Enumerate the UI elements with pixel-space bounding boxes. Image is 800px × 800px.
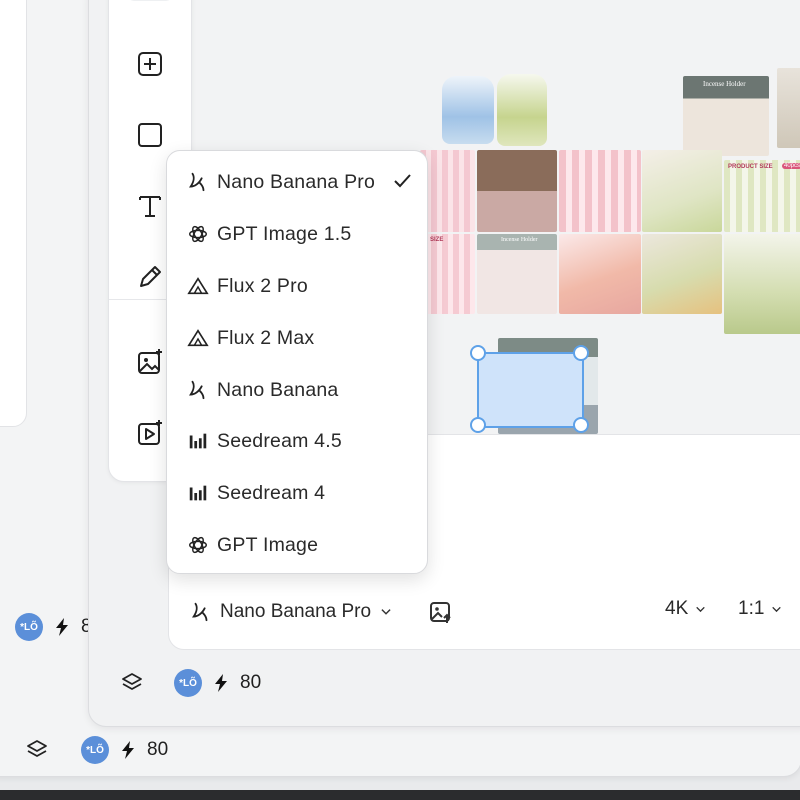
resolution-label: 4K <box>665 598 689 619</box>
canvas-image[interactable] <box>777 68 800 148</box>
plus-square-icon <box>138 52 162 76</box>
chevron-down-icon <box>381 609 391 615</box>
credits-count: 80 <box>147 739 169 760</box>
model-option-label: Seedream 4.5 <box>217 429 342 452</box>
chevron-down-icon <box>772 606 782 612</box>
select-tool[interactable] <box>125 0 175 1</box>
resize-handle[interactable] <box>470 417 486 433</box>
canvas-image[interactable] <box>442 76 494 144</box>
layers-icon[interactable] <box>25 738 49 762</box>
canvas-image[interactable] <box>559 234 641 314</box>
model-option[interactable]: Flux 2 Pro <box>187 266 412 306</box>
bolt-icon <box>122 741 134 759</box>
canvas-image[interactable] <box>724 234 800 334</box>
avatar-text: *LÕ <box>86 744 104 756</box>
chevron-down-icon <box>696 606 706 612</box>
avatar[interactable]: *LÕ <box>174 669 202 697</box>
canvas-image[interactable] <box>477 150 557 232</box>
model-option-label: Flux 2 Pro <box>217 274 308 297</box>
image-upload-icon <box>430 602 451 623</box>
model-option[interactable]: Seedream 4.5 <box>187 421 412 461</box>
image-sparkle-icon <box>138 349 162 374</box>
model-option[interactable]: GPT Image 1.5 <box>187 214 412 254</box>
seedream-icon <box>189 433 207 449</box>
model-option-label: GPT Image 1.5 <box>217 222 352 245</box>
upload-image-button[interactable] <box>428 599 454 625</box>
resolution-selector[interactable]: 4K <box>665 598 707 620</box>
image-caption: Incense Holder <box>501 237 538 243</box>
rectangle-tool[interactable] <box>125 110 175 160</box>
background-panel <box>0 0 27 427</box>
aspect-ratio-label: 1:1 <box>738 598 765 619</box>
canvas-image[interactable]: Incense Holder <box>683 76 769 156</box>
canvas-image[interactable]: SIZE <box>420 234 475 314</box>
model-option[interactable]: Nano Banana <box>187 370 412 410</box>
model-option[interactable]: GPT Image <box>187 525 412 565</box>
image-caption: SIZE <box>430 237 444 243</box>
text-icon <box>139 196 161 217</box>
model-selector[interactable]: Nano Banana Pro <box>190 596 393 628</box>
canvas-image[interactable]: Incense Holder <box>477 234 557 314</box>
editor-footer: *LÕ 80 <box>120 669 261 697</box>
image-badge: 40pcs <box>781 163 800 169</box>
canvas-image[interactable]: PRODUCT SIZE 40pcs <box>724 160 800 232</box>
screen-edge <box>0 790 800 800</box>
flux-icon <box>187 277 209 295</box>
background-footer: *LÕ 80 <box>25 736 168 764</box>
pencil-icon <box>140 266 161 287</box>
background-footer: *LÕ 8 <box>15 613 92 641</box>
bolt-icon <box>215 674 227 692</box>
credits-count: 80 <box>240 672 262 693</box>
image-caption: PRODUCT SIZE <box>728 164 773 170</box>
model-option[interactable]: Flux 2 Max <box>187 318 412 358</box>
model-option-label: Flux 2 Max <box>217 326 315 349</box>
banana-icon <box>188 380 205 400</box>
model-dropdown: Nano Banana Pro GPT Image 1.5 Flux 2 Pro… <box>166 150 428 574</box>
avatar[interactable]: *LÕ <box>15 613 43 641</box>
selection-box[interactable] <box>477 352 584 428</box>
canvas-image[interactable] <box>642 234 722 314</box>
canvas-image[interactable] <box>559 150 641 232</box>
model-option[interactable]: Seedream 4 <box>187 473 412 513</box>
model-option-label: GPT Image <box>217 533 319 556</box>
resize-handle[interactable] <box>573 417 589 433</box>
avatar-text: *LÕ <box>179 677 197 689</box>
avatar-text: *LÕ <box>20 621 38 633</box>
square-icon <box>138 123 162 147</box>
flux-icon <box>187 329 209 347</box>
resize-handle[interactable] <box>470 345 486 361</box>
canvas-image[interactable] <box>420 150 475 232</box>
avatar[interactable]: *LÕ <box>81 736 109 764</box>
openai-icon <box>189 536 207 554</box>
add-tool[interactable] <box>125 39 175 89</box>
model-option-label: Nano Banana <box>217 378 339 401</box>
model-option-label: Nano Banana Pro <box>217 170 376 193</box>
model-selector-label: Nano Banana Pro <box>220 601 372 622</box>
model-option-label: Seedream 4 <box>217 481 326 504</box>
openai-icon <box>189 225 207 243</box>
layers-icon[interactable] <box>120 671 144 695</box>
bolt-icon <box>56 618 68 636</box>
seedream-icon <box>189 485 207 501</box>
aspect-ratio-selector[interactable]: 1:1 <box>738 598 783 620</box>
checkmark-icon <box>394 174 411 188</box>
canvas-image[interactable] <box>497 74 547 146</box>
video-sparkle-icon <box>138 420 162 445</box>
canvas-image[interactable] <box>642 150 722 232</box>
resize-handle[interactable] <box>573 345 589 361</box>
banana-icon <box>191 602 208 622</box>
image-caption: Incense Holder <box>703 80 746 88</box>
model-option[interactable]: Nano Banana Pro <box>187 162 412 202</box>
banana-icon <box>188 172 205 192</box>
